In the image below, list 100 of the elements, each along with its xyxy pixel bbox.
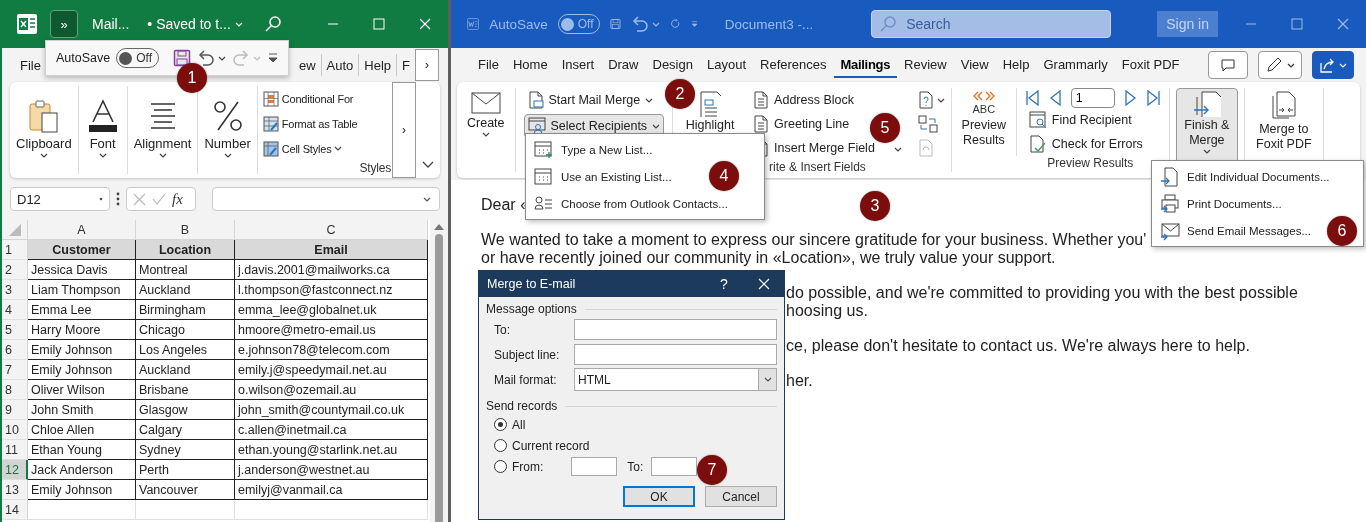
row-header[interactable]: 13 <box>2 480 28 500</box>
share-button[interactable] <box>1312 51 1354 79</box>
search-icon[interactable] <box>264 15 282 33</box>
save-icon[interactable] <box>173 49 191 67</box>
menu-item[interactable]: Choose from Outlook Contacts... <box>526 190 764 217</box>
dialog-button[interactable]: OK <box>623 486 695 507</box>
comments-button[interactable] <box>1208 51 1248 79</box>
start-mail-merge-button[interactable]: Start Mail Merge <box>523 88 665 112</box>
ribbon-tab[interactable]: Mailings <box>833 52 898 78</box>
row-header[interactable]: 9 <box>2 400 28 420</box>
preview-arrows-icon <box>971 91 996 101</box>
ribbon-tab[interactable]: Help <box>995 52 1037 78</box>
row-header[interactable]: 1 <box>2 240 28 260</box>
row-header[interactable]: 10 <box>2 420 28 440</box>
column-header[interactable]: A <box>28 220 136 240</box>
row-header[interactable]: 3 <box>2 280 28 300</box>
name-box[interactable]: D12 <box>10 187 110 211</box>
check-icon[interactable] <box>152 193 166 205</box>
ribbon-tab[interactable]: View <box>953 52 996 78</box>
customize-icon[interactable] <box>691 19 699 29</box>
check-errors-button[interactable]: Check for Errors <box>1024 132 1161 156</box>
customize-icon[interactable] <box>267 53 279 63</box>
table-cell: Ethan Young <box>28 440 136 460</box>
radio-button[interactable] <box>494 439 507 452</box>
ribbon-tab[interactable]: ew <box>293 54 321 76</box>
scrollbar[interactable] <box>430 220 448 522</box>
comment-icon <box>1221 59 1235 71</box>
row-header[interactable]: 8 <box>2 380 28 400</box>
find-recipient-button[interactable]: Find Recipient <box>1024 108 1161 132</box>
maximize-icon[interactable] <box>1291 18 1303 30</box>
first-record-icon[interactable] <box>1024 90 1039 106</box>
format-dropdown[interactable]: HTML <box>574 368 777 391</box>
record-field[interactable]: 1 <box>1070 88 1115 108</box>
previous-record-icon[interactable] <box>1048 90 1061 106</box>
table-cell: Glasgow <box>136 400 235 420</box>
row-header[interactable]: 5 <box>2 320 28 340</box>
next-record-icon[interactable] <box>1124 90 1137 106</box>
last-record-icon[interactable] <box>1146 90 1161 106</box>
scroll-up-icon[interactable] <box>434 224 444 230</box>
row-header[interactable]: 11 <box>2 440 28 460</box>
input-field[interactable] <box>574 319 777 340</box>
collapse-ribbon-icon[interactable] <box>422 161 434 168</box>
ribbon-tab[interactable]: Auto <box>320 54 359 76</box>
undo-icon[interactable] <box>197 50 215 66</box>
update-labels-icon[interactable] <box>917 139 934 157</box>
row-header[interactable]: 7 <box>2 360 28 380</box>
ribbon-tab[interactable]: Draw <box>601 52 646 78</box>
ribbon-tab[interactable]: Foxit PDF <box>1114 52 1187 78</box>
column-header[interactable]: C <box>235 220 428 240</box>
radio-option[interactable]: Current record <box>486 436 777 455</box>
radio-option[interactable]: All <box>486 415 777 434</box>
more-icon[interactable] <box>116 192 120 206</box>
ribbon-tab[interactable]: Review <box>897 52 954 78</box>
recipients-icon <box>527 117 546 135</box>
ribbon-scroll-button[interactable]: › <box>392 82 416 178</box>
input-field[interactable] <box>651 457 698 476</box>
ribbon-group-button[interactable]: Font <box>78 86 128 174</box>
radio-option[interactable]: From: <box>486 457 544 476</box>
row-header[interactable]: 12 <box>2 460 28 480</box>
match-fields-icon[interactable] <box>917 115 938 133</box>
ribbon-tab[interactable]: References <box>753 52 834 78</box>
row-header[interactable]: 4 <box>2 300 28 320</box>
ribbon-tab[interactable]: Help <box>358 54 397 76</box>
help-button[interactable]: ? <box>704 276 744 292</box>
radio-button[interactable] <box>494 460 507 473</box>
tab-scroll-button[interactable]: › <box>415 49 439 81</box>
ribbon-tab[interactable]: Home <box>505 52 555 78</box>
ribbon-tab[interactable]: File <box>471 52 506 78</box>
preview-results-button[interactable]: ABC Preview Results <box>955 88 1012 156</box>
ribbon-group-button[interactable]: Number <box>198 86 258 174</box>
table-cell: emilyj@vanmail.ca <box>235 480 428 500</box>
row-header[interactable]: 14 <box>2 500 28 520</box>
menu-item[interactable]: Print Documents... <box>1152 190 1363 217</box>
dialog-button[interactable]: Cancel <box>705 486 777 507</box>
input-field[interactable] <box>571 457 618 476</box>
row-header[interactable]: 6 <box>2 340 28 360</box>
input-field[interactable] <box>574 344 777 365</box>
menu-item[interactable]: Type a New List... <box>526 136 764 163</box>
merge-field-command[interactable]: Address Block <box>749 88 906 112</box>
style-command[interactable]: Format as Table <box>262 111 391 136</box>
style-command[interactable]: Cell Styles <box>262 136 391 161</box>
more-button[interactable]: » <box>50 10 78 38</box>
ribbon-tab[interactable]: Layout <box>699 52 753 78</box>
ribbon-tab[interactable]: Insert <box>554 52 602 78</box>
create-button[interactable]: Create <box>463 88 509 172</box>
ribbon-tab[interactable]: Grammarly <box>1036 52 1115 78</box>
cancel-icon[interactable] <box>133 192 146 206</box>
formula-input[interactable] <box>212 187 440 211</box>
row-header[interactable]: 2 <box>2 260 28 280</box>
ribbon-group-button[interactable]: Clipboard <box>10 86 79 174</box>
undo-icon[interactable] <box>631 16 650 32</box>
radio-button[interactable] <box>494 418 507 431</box>
search-field[interactable]: Search <box>871 10 1112 38</box>
style-command[interactable]: Conditional For <box>262 86 391 111</box>
editing-button[interactable] <box>1258 51 1302 79</box>
insert-function-button[interactable]: fx <box>172 190 183 208</box>
ribbon-tab[interactable]: File <box>20 54 41 76</box>
column-header[interactable]: B <box>136 220 235 240</box>
ribbon-tab[interactable]: Design <box>645 52 700 78</box>
rules-icon[interactable] <box>917 91 934 109</box>
